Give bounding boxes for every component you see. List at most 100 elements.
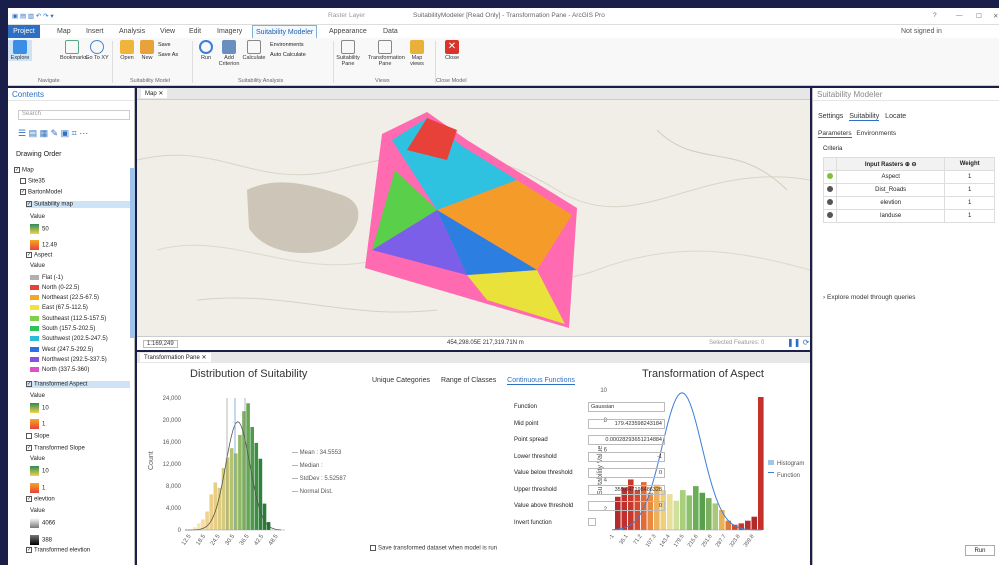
param-input[interactable]: 359.847198486328 [588,484,665,495]
criteria-row[interactable]: landuse 1 [823,209,995,223]
criterion-status-icon [827,212,833,218]
selected-features[interactable]: Selected Features: 0 [709,340,764,346]
hist-legend-item: — Normal Dist. [292,489,333,495]
tab-project[interactable]: Project [8,25,40,38]
tab-map[interactable]: Map [54,25,74,38]
contents-toolbar[interactable]: ☰ ▤ ▦ ✎ ▣ ⌗ ⋯ [18,128,88,139]
contents-search-input[interactable]: Search [18,110,130,120]
transform-hist-bar [706,498,712,530]
criterion-name[interactable]: Aspect [835,170,946,184]
ribbon-tabs: Project Map Insert Analysis View Edit Im… [8,25,999,38]
save-button[interactable]: Save [158,42,171,48]
add-criterion-button[interactable]: Add Criterion [217,40,241,67]
layer-item[interactable]: ✓ Transformed Slope [26,445,85,452]
close-window-icon[interactable]: ✕ [993,12,998,20]
param-input[interactable]: 179.423598243184 [588,418,665,429]
transform-xtick: 359.8 [743,534,756,549]
layer-item[interactable]: ✓ Transformed Aspect [26,381,130,388]
layer-item[interactable]: ✓ Suitability map [26,201,130,208]
hist-bar [258,458,263,530]
criterion-weight[interactable]: 1 [944,170,995,184]
run-button[interactable]: Run [194,40,218,61]
pause-refresh-icons[interactable]: ❚❚ ⟳ [787,338,809,347]
function-dropdown[interactable]: Gaussian [588,402,665,412]
suitability-pane-button[interactable]: Suitability Pane [336,40,360,67]
transform-hist-bar [758,397,764,530]
layer-item[interactable]: ✓ elevtion [26,496,55,503]
tab-parameters[interactable]: Parameters [818,130,852,138]
hist-legend-item: — Mean : 34.5553 [292,450,342,456]
save-as-button[interactable]: Save As [158,52,178,58]
help-button[interactable]: ? [933,12,937,19]
new-button[interactable]: New [135,40,159,61]
tab-data[interactable]: Data [380,25,401,38]
scale-selector[interactable]: 1:169,249 [143,340,178,348]
auto-calculate-checkbox[interactable]: Auto Calculate [270,52,306,58]
col-input-rasters: Input Rasters ⊕ ⊖ [835,157,946,171]
tab-settings[interactable]: Settings [818,113,843,120]
context-label: Raster Layer [328,12,366,19]
param-input[interactable]: 0 [588,468,665,478]
param-label: Point spread [514,437,548,443]
tab-analysis[interactable]: Analysis [116,25,148,38]
layer-item[interactable]: ✓ Transformed elevtion [26,547,90,554]
signin-status[interactable]: Not signed in [898,25,945,38]
tab-environments[interactable]: Environments [856,130,896,137]
hist-bar [262,503,267,530]
run-model-button[interactable]: Run [965,545,995,556]
transform-hist-bar [686,495,693,530]
tab-suitability[interactable]: Suitability [849,113,880,121]
tab-locate[interactable]: Locate [885,113,906,120]
tab-range-of-classes[interactable]: Range of Classes [441,377,496,384]
tab-suitability-modeler[interactable]: Suitability Modeler [252,25,318,38]
param-input[interactable]: -1 [588,451,665,462]
map-canvas[interactable] [137,100,810,336]
layer-item[interactable]: Slope [26,433,49,440]
explore-queries-expander[interactable]: › Explore model through queries [823,294,916,301]
invert-function-checkbox[interactable] [588,517,596,526]
minimize-icon[interactable]: — [956,12,963,19]
calculate-button[interactable]: Calculate [242,40,266,61]
criterion-name[interactable]: elevtion [835,196,946,210]
tab-imagery[interactable]: Imagery [214,25,245,38]
layer-item[interactable]: ✓ Map [14,167,34,174]
tab-view[interactable]: View [157,25,178,38]
map-view[interactable]: Map ✕ [137,88,810,350]
map-tab[interactable]: Map ✕ [141,89,168,98]
criteria-row[interactable]: Aspect 1 [823,170,995,184]
param-input[interactable]: 0.00028293651214884 [588,435,665,445]
criterion-name[interactable]: landuse [835,209,946,223]
maximize-icon[interactable]: ☐ [976,12,982,20]
hist-xtick: 18.5 [196,533,208,547]
criteria-row[interactable]: Dist_Roads 1 [823,183,995,197]
criteria-row[interactable]: elevtion 1 [823,196,995,210]
save-transformed-option[interactable]: Save transformed dataset when model is r… [370,545,497,552]
tab-unique-categories[interactable]: Unique Categories [372,377,430,384]
transformation-pane-tab[interactable]: Transformation Pane ✕ [140,353,211,362]
transformation-pane: Transformation Pane ✕ Distribution of Su… [137,352,810,565]
criterion-weight[interactable]: 1 [944,196,995,210]
tab-edit[interactable]: Edit [186,25,204,38]
tab-continuous-functions[interactable]: Continuous Functions [507,377,575,385]
environments-button[interactable]: Environments [270,42,304,48]
transform-xtick: 323.8 [729,534,742,549]
tab-insert[interactable]: Insert [83,25,107,38]
criterion-weight[interactable]: 1 [944,183,995,197]
explore-button[interactable]: Explore [8,40,32,61]
bookmarks-button[interactable]: Bookmarks [60,40,88,61]
layer-item[interactable]: ✓ BartonModel [20,189,62,196]
tab-appearance[interactable]: Appearance [326,25,370,38]
layer-item[interactable]: Site35 [20,178,45,185]
window-title: SuitabilityModeler [Read Only] - Transfo… [413,12,605,19]
map-views-button[interactable]: Map views [405,40,429,67]
param-label: Value below threshold [514,470,573,476]
quick-access-icons[interactable]: ▣ ▤ ▥ ↶ ↷ ▾ [12,12,54,20]
criterion-weight[interactable]: 1 [944,209,995,223]
goto-xy-button[interactable]: Go To XY [85,40,109,61]
contents-scrollbar[interactable] [130,168,135,338]
close-model-button[interactable]: ✕ Close [440,40,464,61]
transformation-pane-button[interactable]: Transformation Pane [368,40,405,67]
param-input[interactable]: 0 [588,501,665,511]
layer-item[interactable]: ✓ Aspect [26,252,52,259]
criterion-name[interactable]: Dist_Roads [835,183,946,197]
